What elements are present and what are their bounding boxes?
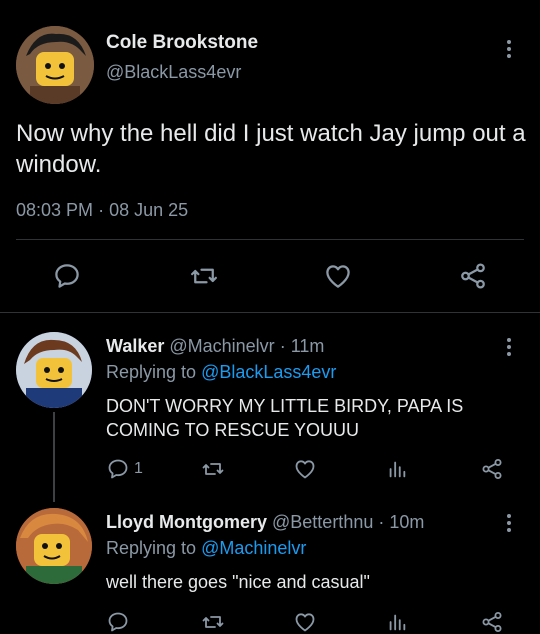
reply-text: DON'T WORRY MY LITTLE BIRDY, PAPA IS COM… bbox=[106, 396, 464, 440]
replying-to-handle[interactable]: @Machinelvr bbox=[201, 538, 306, 558]
tweet-time: 08:03 PM bbox=[16, 200, 94, 220]
reply-age: 11m bbox=[290, 336, 325, 356]
reply-icon[interactable] bbox=[52, 261, 82, 291]
separator-dot: · bbox=[98, 200, 105, 220]
avatar[interactable] bbox=[16, 332, 92, 408]
display-name[interactable]: Lloyd Montgomery bbox=[106, 512, 267, 532]
reply-text: well there goes "nice and casual" bbox=[106, 572, 370, 592]
handle[interactable]: @Betterthnu bbox=[272, 512, 373, 532]
replying-to-label: Replying to bbox=[106, 538, 202, 558]
reply-age: 10m bbox=[389, 512, 425, 532]
reply-count: 1 bbox=[134, 460, 143, 477]
like-icon[interactable] bbox=[322, 261, 354, 291]
display-name[interactable]: Walker bbox=[106, 336, 164, 356]
share-icon[interactable] bbox=[480, 457, 504, 481]
replying-to: Replying to @Machinelvr bbox=[106, 538, 306, 559]
divider bbox=[16, 239, 524, 240]
tweet-text: Now why the hell did I just watch Jay ju… bbox=[16, 120, 526, 178]
replying-to: Replying to @BlackLass4evr bbox=[106, 362, 336, 383]
reply-icon[interactable] bbox=[106, 457, 130, 481]
reply-header: Walker @Machinelvr · 11m bbox=[106, 336, 324, 357]
like-icon[interactable] bbox=[292, 457, 318, 481]
thread-line bbox=[53, 412, 55, 502]
handle[interactable]: @BlackLass4evr bbox=[106, 62, 241, 83]
separator-dot: · bbox=[279, 336, 286, 356]
reply-header: Lloyd Montgomery @Betterthnu · 10m bbox=[106, 512, 424, 533]
like-icon[interactable] bbox=[292, 610, 318, 634]
divider bbox=[0, 312, 540, 313]
analytics-icon[interactable] bbox=[386, 611, 408, 633]
share-icon[interactable] bbox=[480, 610, 504, 634]
handle[interactable]: @Machinelvr bbox=[169, 336, 274, 356]
tweet-timestamp: 08:03 PM · 08 Jun 25 bbox=[16, 200, 188, 221]
display-name[interactable]: Cole Brookstone bbox=[106, 32, 258, 54]
avatar[interactable] bbox=[16, 508, 92, 584]
more-options-icon[interactable] bbox=[506, 338, 512, 356]
retweet-icon[interactable] bbox=[200, 610, 226, 634]
more-options-icon[interactable] bbox=[506, 40, 512, 58]
replying-to-handle[interactable]: @BlackLass4evr bbox=[201, 362, 336, 382]
separator-dot: · bbox=[378, 512, 385, 532]
reply-icon[interactable] bbox=[106, 610, 130, 634]
retweet-icon[interactable] bbox=[200, 457, 226, 481]
more-options-icon[interactable] bbox=[506, 514, 512, 532]
share-icon[interactable] bbox=[458, 261, 488, 291]
analytics-icon[interactable] bbox=[386, 458, 408, 480]
avatar[interactable] bbox=[16, 26, 94, 104]
replying-to-label: Replying to bbox=[106, 362, 202, 382]
retweet-icon[interactable] bbox=[188, 261, 220, 291]
tweet-date: 08 Jun 25 bbox=[109, 200, 189, 220]
